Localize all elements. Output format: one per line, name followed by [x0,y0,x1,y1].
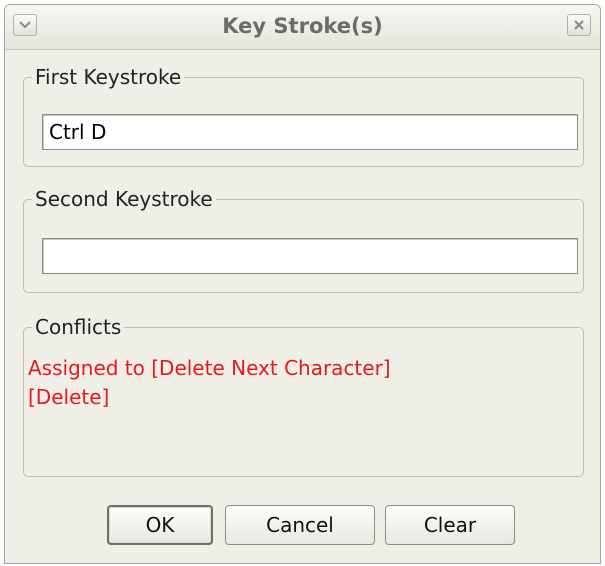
conflicts-legend: Conflicts [32,315,125,339]
second-keystroke-group: Second Keystroke [23,187,584,293]
conflict-text: Assigned to [Delete Next Character] [28,356,391,380]
close-button[interactable] [567,14,591,36]
close-icon [574,20,584,30]
conflicts-group: Conflicts Assigned to [Delete Next Chara… [23,315,584,477]
first-keystroke-group: First Keystroke [23,65,584,167]
conflict-text: [Delete] [28,385,110,409]
first-keystroke-legend: First Keystroke [32,65,185,89]
second-keystroke-legend: Second Keystroke [32,187,216,211]
title-bar[interactable]: Key Stroke(s) [5,5,600,50]
clear-button[interactable]: Clear [385,505,515,545]
second-keystroke-input[interactable] [42,238,578,274]
window-title: Key Stroke(s) [222,14,383,38]
keystroke-dialog: Key Stroke(s) First Keystroke Second Key… [4,4,601,564]
ok-button[interactable]: OK [107,505,213,545]
first-keystroke-input[interactable] [42,114,578,150]
cancel-button[interactable]: Cancel [225,505,375,545]
